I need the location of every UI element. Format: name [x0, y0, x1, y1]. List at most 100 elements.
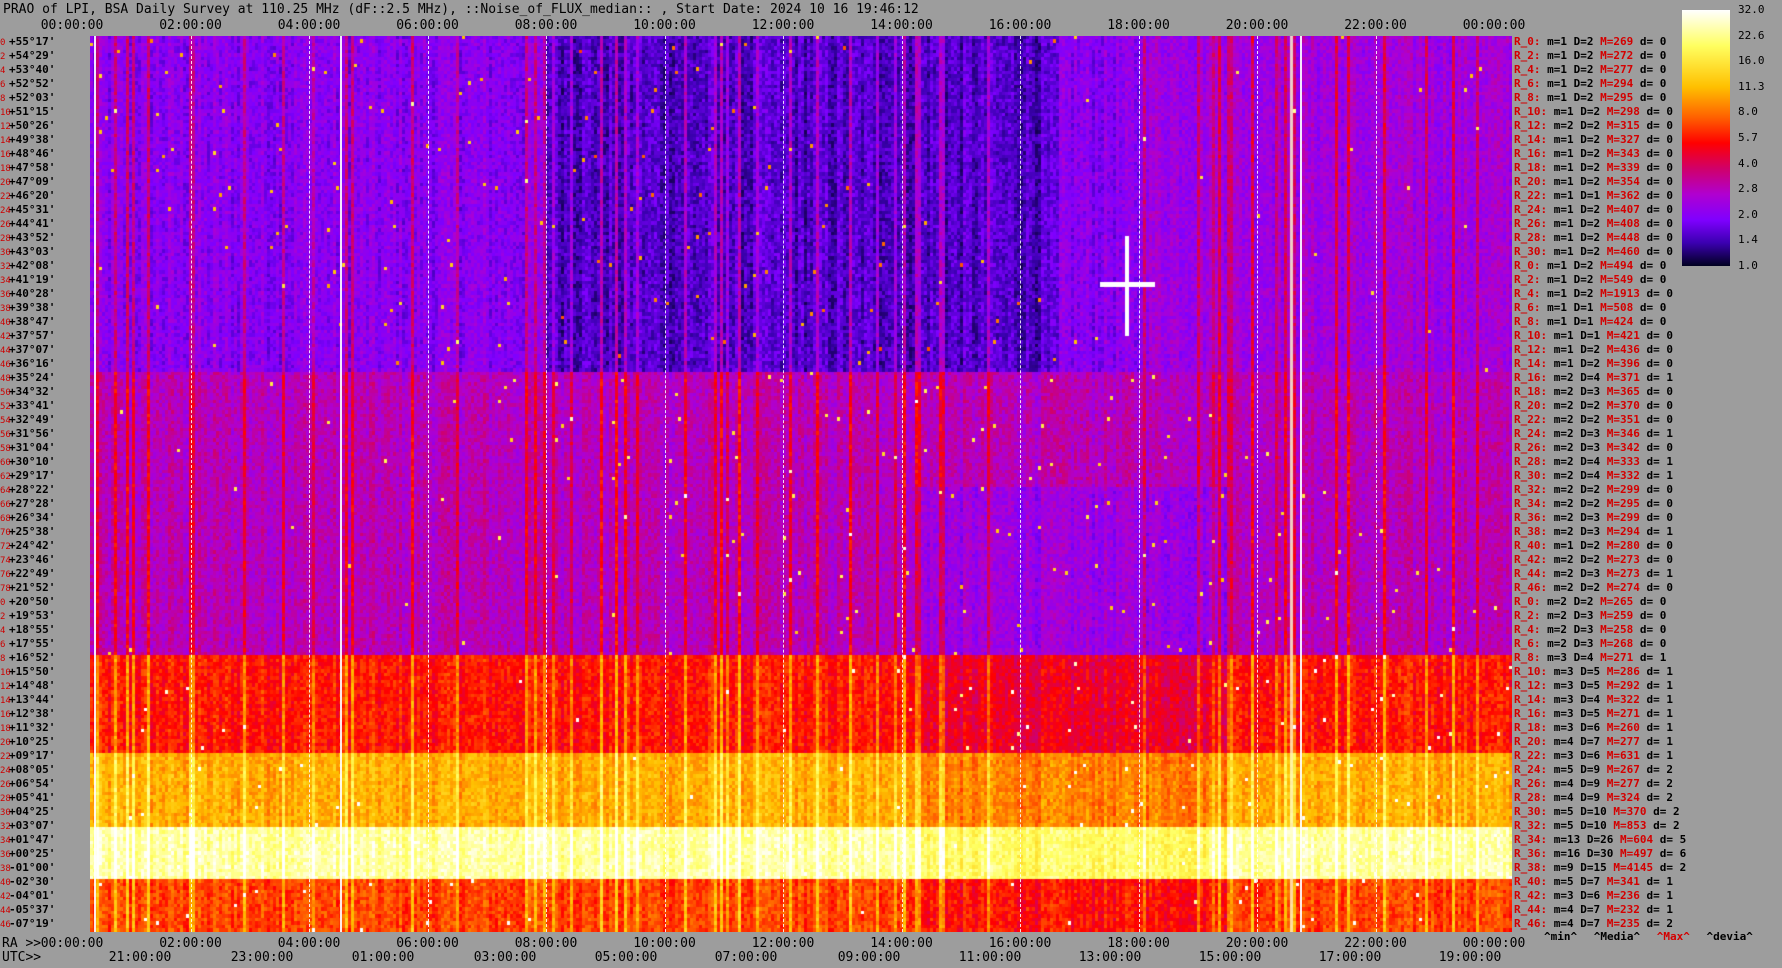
row-max: M=315 [1600, 119, 1640, 132]
row-devia: d= 1 [1639, 525, 1673, 538]
utc-time-tick: 13:00:00 [1078, 950, 1142, 965]
dec-value: +03°07' [9, 819, 56, 832]
row-id: R_2: [1514, 49, 1541, 62]
row-stats: R_18: m=1 D=2 M=339 d= 0 [1514, 161, 1673, 174]
row-id: R_22: [1514, 749, 1548, 762]
row-devia: d= 0 [1633, 49, 1667, 62]
row-id: R_14: [1514, 357, 1548, 370]
colorbar-tick: 32.0 [1738, 3, 1765, 16]
colorbar-tick: 5.7 [1738, 131, 1758, 144]
row-media: D=2 [1573, 105, 1601, 118]
row-devia: d= 1 [1639, 427, 1673, 440]
row-id: R_4: [1514, 623, 1541, 636]
row-id: R_42: [1514, 889, 1548, 902]
row-max: M=604 [1613, 833, 1654, 846]
row-min: m=1 [1547, 245, 1574, 258]
row-devia: d= 1 [1639, 749, 1673, 762]
dec-value: +23°46' [9, 553, 56, 566]
row-id: R_16: [1514, 707, 1548, 720]
row-devia: d= 0 [1639, 553, 1673, 566]
dec-value: +32°49' [9, 413, 56, 426]
row-id: R_10: [1514, 105, 1548, 118]
ra-time-tick: 22:00:00 [1344, 936, 1407, 951]
dec-value: +15°50' [9, 665, 56, 678]
row-stats: R_18: m=3 D=6 M=260 d= 1 [1514, 721, 1673, 734]
dec-label: 52+33°41' [0, 399, 55, 414]
dec-label: 10+51°15' [0, 105, 55, 120]
dec-label: 32+42°08' [0, 259, 55, 274]
colorbar-tick: 11.3 [1738, 79, 1765, 93]
row-id: R_10: [1514, 665, 1548, 678]
dec-label: 18+47°58' [0, 161, 55, 176]
dec-value: +31°04' [9, 441, 56, 454]
row-id: R_44: [1514, 567, 1548, 580]
row-min: m=1 [1547, 105, 1574, 118]
row-media: D=2 [1573, 553, 1601, 566]
row-max: M=232 [1600, 903, 1640, 916]
row-media: D=2 [1573, 217, 1601, 230]
row-id: R_6: [1514, 301, 1541, 314]
row-max: M=271 [1600, 707, 1640, 720]
row-stats: R_4: m=2 D=3 M=258 d= 0 [1514, 623, 1666, 636]
dec-label: 10+15°50' [0, 665, 55, 680]
row-stats: R_28: m=4 D=9 M=324 d= 2 [1514, 791, 1673, 804]
heatmap-plot[interactable] [90, 36, 1512, 932]
dec-label: 24+45°31' [0, 203, 55, 218]
dec-value: +45°31' [9, 203, 56, 216]
row-media: D=9 [1573, 791, 1601, 804]
heatmap-canvas[interactable] [90, 36, 1512, 932]
ra-time-tick: 18:00:00 [1107, 936, 1170, 951]
row-min: m=9 [1547, 861, 1574, 874]
row-max: M=274 [1600, 581, 1640, 594]
row-devia: d= 0 [1639, 147, 1673, 160]
dec-value: +38°47' [9, 315, 56, 328]
row-max: M=258 [1593, 623, 1634, 636]
row-max: M=280 [1600, 539, 1640, 552]
dec-value: +37°07' [9, 343, 56, 356]
row-id: R_46: [1514, 581, 1548, 594]
row-id: R_16: [1514, 371, 1548, 384]
row-stats: R_2: m=2 D=3 M=259 d= 0 [1514, 609, 1666, 622]
row-id: R_18: [1514, 721, 1548, 734]
row-max: M=292 [1600, 679, 1640, 692]
row-id: R_24: [1514, 203, 1548, 216]
time-gridline [546, 36, 547, 932]
row-devia: d= 0 [1639, 217, 1673, 230]
dec-value: +14°48' [9, 679, 56, 692]
colorbar-tick: 1.4 [1738, 233, 1758, 247]
dec-value: +09°17' [9, 749, 56, 762]
row-max: M=343 [1600, 147, 1640, 160]
row-id: R_0: [1514, 35, 1541, 48]
row-media: D=2 [1573, 343, 1601, 356]
row-min: m=3 [1547, 889, 1574, 902]
row-min: m=1 [1547, 231, 1574, 244]
row-max: M=365 [1600, 385, 1640, 398]
stats-legend: ^min^ ^Media^ ^Max^ ^devia^ [1544, 930, 1753, 943]
dec-label: 70+25°38' [0, 525, 55, 540]
row-max: M=351 [1600, 413, 1640, 426]
row-devia: d= 0 [1639, 161, 1673, 174]
row-stats: R_6: m=1 D=1 M=508 d= 0 [1514, 301, 1666, 314]
row-media: D=6 [1573, 749, 1601, 762]
row-min: m=2 [1547, 581, 1574, 594]
row-max: M=273 [1600, 567, 1640, 580]
top-time-tick: 16:00:00 [988, 18, 1052, 33]
row-min: m=3 [1547, 721, 1574, 734]
dec-value: +22°49' [9, 567, 56, 580]
row-stats: R_4: m=1 D=2 M=277 d= 0 [1514, 63, 1666, 76]
row-min: m=3 [1547, 707, 1574, 720]
row-id: R_30: [1514, 469, 1548, 482]
dec-value: +28°22' [9, 483, 56, 496]
row-stats: R_42: m=3 D=6 M=236 d= 1 [1514, 889, 1673, 902]
row-media: D=2 [1567, 259, 1594, 272]
row-max: M=362 [1600, 189, 1640, 202]
row-media: D=3 [1573, 511, 1601, 524]
dec-value: +18°55' [9, 623, 56, 636]
row-stats: R_12: m=2 D=2 M=315 d= 0 [1514, 119, 1673, 132]
time-gridline [1138, 36, 1140, 932]
dec-label: 46+36°16' [0, 357, 55, 372]
row-max: M=324 [1600, 791, 1640, 804]
row-media: D=3 [1567, 637, 1594, 650]
row-id: R_24: [1514, 427, 1548, 440]
row-id: R_32: [1514, 483, 1548, 496]
